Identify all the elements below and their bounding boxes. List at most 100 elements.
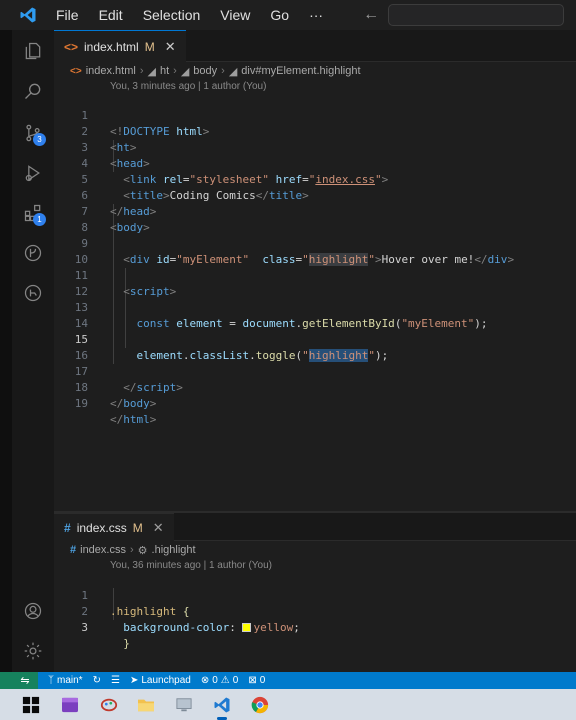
code-line: 8 [54,204,576,234]
extensions-icon[interactable]: 1 [22,202,46,226]
remote-explorer-icon[interactable] [22,282,44,304]
chevron-right-icon: › [173,65,177,77]
paint-app-icon[interactable] [97,693,121,717]
arrow-left-icon[interactable]: ← [363,6,379,24]
tab-index-css[interactable]: # index.css M ✕ [54,513,174,541]
launchpad-item[interactable]: ➤ Launchpad [130,675,191,686]
run-debug-icon[interactable] [22,162,44,184]
code-editor-html[interactable]: 1 <!DOCTYPE html> 2 <ht> 3 <head> 4 <lin… [54,92,576,512]
git-blame-annotation: You, 36 minutes ago | 1 author (You) [110,560,272,571]
code-line: 1 <!DOCTYPE html> [54,92,576,138]
error-icon: ⊗ [200,675,210,686]
search-icon[interactable] [22,80,44,102]
warning-icon: ⚠ [220,675,230,686]
sync-icon[interactable]: ↻ [93,675,101,686]
menu-view[interactable]: View [210,7,260,23]
code-line: 12 [54,268,576,298]
breadcrumb-item[interactable]: ht [160,65,169,77]
git-blame-annotation: You, 3 minutes ago | 1 author (You) [110,81,267,92]
chevron-right-icon: › [139,65,144,77]
remote-indicator-icon[interactable]: ⇋ [12,672,38,689]
code-line: 11 <script> [54,252,576,298]
line-number: 19 [74,397,88,410]
token: : [229,621,243,634]
tab-label: index.css [76,520,127,535]
display-app-icon[interactable] [172,693,196,717]
editor-tabs-top: <> index.html M ✕ [54,30,576,62]
menu-more[interactable]: ··· [299,7,333,23]
problems-indicator[interactable]: ⊗ 0 ⚠ 0 [201,675,238,686]
breadcrumb-item[interactable]: index.html [86,65,136,77]
branch-indicator[interactable]: ᛉ main* [48,675,83,686]
breadcrumb: # index.css › ⚙ .highlight [54,541,576,559]
close-tab-icon[interactable]: ✕ [165,39,176,55]
token: html [123,413,150,426]
windows-taskbar [0,689,576,720]
code-line: 14 [54,300,576,330]
tab-label: index.html [84,39,139,54]
menu-go[interactable]: Go [260,7,299,23]
ports-indicator[interactable]: ⊠ 0 [248,675,265,686]
vscode-icon[interactable] [210,693,234,720]
settings-gear-icon[interactable] [22,640,44,662]
html-file-icon: <> [64,39,79,54]
element-icon: ◢ [180,65,190,78]
title-bar: File Edit Selection View Go ··· ← → [0,0,576,30]
source-control-icon[interactable]: 3 [22,122,46,146]
breadcrumb-item[interactable]: .highlight [152,544,196,556]
code-line: 9 <div id="myElement" class="highlight">… [54,220,576,266]
modified-indicator: M [144,39,155,54]
launchpad-label: Launchpad [141,675,191,686]
status-bar: ⇋ ᛉ main* ↻ ☰ ➤ Launchpad ⊗ 0 ⚠ 0 ⊠ 0 [12,672,576,689]
vscode-logo-icon [0,0,56,30]
menu-selection[interactable]: Selection [133,7,211,23]
breadcrumb-item[interactable]: index.css [80,544,126,556]
code-line: 13 const element = document.getElementBy… [54,284,576,330]
rule-icon: ⚙ [137,544,148,557]
rocket-icon: ➤ [129,675,139,686]
code-line: 16 [54,332,576,362]
code-line: 5 <title>Coding Comics</title> [54,156,576,202]
token: ; [293,621,300,634]
code-line: 19 </html> [54,380,576,426]
git-graph-status-icon[interactable]: ☰ [111,675,120,686]
git-branch-icon: ᛉ [48,675,54,686]
close-tab-icon[interactable]: ✕ [153,520,164,536]
menu-bar: File Edit Selection View Go ··· [56,0,333,30]
windows-start-icon[interactable] [19,693,43,717]
account-icon[interactable] [22,600,44,622]
token: } [123,637,130,650]
line-number: 3 [81,621,88,634]
element-icon: ◢ [147,65,156,78]
breadcrumb-item[interactable]: div#myElement.highlight [241,65,360,77]
left-window-border [0,30,12,672]
explorer-icon[interactable] [22,40,44,62]
menu-file[interactable]: File [56,7,89,23]
code-line-current: 15 element.classList.toggle("highlight")… [54,316,576,362]
color-swatch[interactable] [242,623,252,632]
command-center-search[interactable] [388,4,564,26]
error-count: 0 [212,675,218,686]
breadcrumb-item[interactable]: body [193,65,217,77]
modified-indicator: M [132,520,143,535]
git-graph-icon[interactable] [22,242,44,264]
file-explorer-icon[interactable] [134,693,158,717]
extensions-badge: 1 [33,213,46,226]
chevron-right-icon: › [129,544,134,556]
html-file-icon: <> [70,65,82,77]
code-line: 2 background-color: yellow; [54,588,576,634]
menu-edit[interactable]: Edit [89,7,133,23]
chrome-icon[interactable] [248,693,272,717]
tab-index-html[interactable]: <> index.html M ✕ [54,30,186,62]
element-icon: ◢ [228,65,238,78]
token: yellow [253,621,294,634]
css-file-icon: # [70,544,77,556]
code-editor-css[interactable]: 1 .highlight { 2 background-color: yello… [54,572,576,650]
chevron-right-icon: › [221,65,225,77]
code-line: 1 .highlight { [54,572,576,618]
ports-count: 0 [259,675,266,686]
code-line: 6 </head> [54,172,576,218]
code-line: 4 <link rel="stylesheet" href="index.css… [54,140,576,186]
media-app-icon[interactable] [58,693,82,717]
status-left-edge [0,672,12,689]
